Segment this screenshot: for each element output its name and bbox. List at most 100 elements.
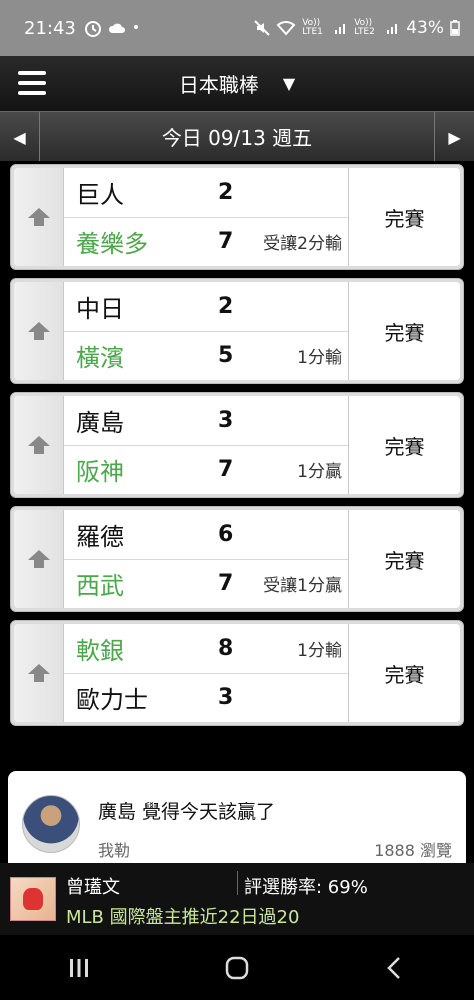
games-list: 巨人 2 養樂多 7 受讓2分輸 完賽 中日 2 橫濱 5 1分輸 完賽 廣島 … bbox=[0, 161, 474, 761]
team-row: 廣島 3 bbox=[64, 396, 348, 445]
arrow-right-icon: ▶ bbox=[448, 127, 461, 147]
arrow-up-icon bbox=[27, 664, 50, 682]
game-status: 完賽 bbox=[348, 624, 460, 722]
system-nav-bar bbox=[0, 935, 474, 1000]
hamburger-menu-icon[interactable] bbox=[18, 66, 50, 100]
team-score: 8 bbox=[218, 635, 234, 661]
team-name: 中日 bbox=[76, 294, 124, 323]
team-score: 5 bbox=[218, 343, 234, 369]
team-name: 歐力士 bbox=[76, 686, 148, 715]
back-button[interactable] bbox=[365, 943, 425, 993]
expand-button[interactable] bbox=[14, 510, 64, 608]
game-card[interactable]: 軟銀 8 1分輸 歐力士 3 完賽 bbox=[10, 620, 464, 726]
team-row: 中日 2 bbox=[64, 282, 348, 331]
signal2-icon bbox=[387, 24, 398, 34]
status-left-icons: • bbox=[84, 19, 140, 37]
expand-button[interactable] bbox=[14, 624, 64, 722]
team-score: 6 bbox=[218, 521, 234, 547]
view-count: 1888 瀏覽 bbox=[374, 841, 452, 860]
game-card[interactable]: 羅德 6 西武 7 受讓1分贏 完賽 bbox=[10, 506, 464, 612]
league-selector[interactable]: 日本職棒 ▼ bbox=[179, 69, 295, 98]
page-title: 日本職棒 bbox=[178, 73, 259, 97]
arrow-left-icon: ◀ bbox=[13, 127, 26, 147]
ad-win-rate: 評選勝率: 69% bbox=[244, 877, 368, 898]
team-name: 養樂多 bbox=[76, 230, 148, 259]
team-score: 3 bbox=[218, 407, 234, 433]
expand-button[interactable] bbox=[14, 396, 64, 494]
bet-result: 1分輸 bbox=[297, 640, 342, 661]
team-row: 阪神 7 1分贏 bbox=[64, 444, 348, 495]
status-right: Vo)) LTE1 Vo)) LTE2 43% bbox=[254, 18, 460, 38]
game-card[interactable]: 廣島 3 阪神 7 1分贏 完賽 bbox=[10, 392, 464, 498]
team-score: 2 bbox=[218, 293, 234, 319]
back-icon bbox=[387, 956, 400, 979]
team-name: 羅德 bbox=[76, 522, 124, 551]
bet-result: 1分贏 bbox=[297, 462, 342, 483]
article-card[interactable]: 廣島 覺得今天該贏了 我勒 1888 瀏覽 bbox=[8, 771, 466, 863]
arrow-up-icon bbox=[27, 322, 50, 340]
team-row: 羅德 6 bbox=[64, 510, 348, 559]
recent-apps-icon bbox=[70, 958, 88, 977]
lte2-indicator: Vo)) LTE2 bbox=[354, 18, 375, 37]
team-score: 7 bbox=[218, 571, 234, 597]
team-score: 7 bbox=[218, 229, 234, 255]
arrow-up-icon bbox=[27, 436, 50, 454]
arrow-up-icon bbox=[27, 208, 50, 226]
ad-thumbnail bbox=[10, 877, 56, 921]
team-row: 歐力士 3 bbox=[64, 672, 348, 723]
team-row: 養樂多 7 受讓2分輸 bbox=[64, 216, 348, 267]
ad-tagline: MLB 國際盤主推近22日過20 bbox=[66, 907, 300, 928]
recent-apps-button[interactable] bbox=[49, 943, 109, 993]
divider bbox=[237, 871, 238, 895]
prev-date-button[interactable]: ◀ bbox=[0, 112, 40, 162]
article-author: 我勒 bbox=[98, 841, 131, 860]
game-status: 完賽 bbox=[348, 510, 460, 608]
bet-result: 1分輸 bbox=[297, 348, 342, 369]
bet-result: 受讓2分輸 bbox=[263, 234, 342, 255]
lte1-indicator: Vo)) LTE1 bbox=[302, 18, 323, 37]
alarm-icon bbox=[84, 21, 101, 37]
battery-icon bbox=[450, 20, 460, 36]
ad-banner[interactable]: 曾瓂文 評選勝率: 69% MLB 國際盤主推近22日過20 bbox=[0, 863, 474, 935]
team-score: 2 bbox=[218, 179, 234, 205]
battery-percent: 43% bbox=[406, 18, 444, 38]
home-button[interactable] bbox=[207, 943, 267, 993]
mute-icon bbox=[254, 20, 270, 36]
chevron-down-icon: ▼ bbox=[282, 74, 296, 93]
status-bar: 21:43 • Vo)) LTE1 Vo)) LTE2 43% bbox=[0, 0, 474, 56]
bet-result: 受讓1分贏 bbox=[263, 576, 342, 597]
date-label: 今日 09/13 週五 bbox=[161, 126, 313, 150]
team-row: 橫濱 5 1分輸 bbox=[64, 330, 348, 381]
article-title[interactable]: 廣島 覺得今天該贏了 bbox=[98, 797, 275, 824]
ad-expert-name: 曾瓂文 bbox=[66, 877, 120, 898]
arrow-up-icon bbox=[27, 550, 50, 568]
team-name: 阪神 bbox=[76, 458, 124, 487]
next-date-button[interactable]: ▶ bbox=[434, 112, 474, 162]
game-card[interactable]: 巨人 2 養樂多 7 受讓2分輸 完賽 bbox=[10, 164, 464, 270]
status-time: 21:43 bbox=[24, 17, 76, 39]
avatar[interactable] bbox=[22, 795, 80, 853]
team-score: 7 bbox=[218, 457, 234, 483]
team-name: 巨人 bbox=[76, 180, 124, 209]
team-row: 西武 7 受讓1分贏 bbox=[64, 558, 348, 609]
app-header: 日本職棒 ▼ bbox=[0, 56, 474, 111]
date-bar: ◀ 今日 09/13 週五 ▶ bbox=[0, 111, 474, 162]
team-name: 廣島 bbox=[76, 408, 124, 437]
team-score: 3 bbox=[218, 685, 234, 711]
cloud-icon bbox=[108, 23, 125, 33]
signal1-icon bbox=[335, 24, 346, 34]
team-name: 橫濱 bbox=[76, 344, 124, 373]
expand-button[interactable] bbox=[14, 282, 64, 380]
team-name: 軟銀 bbox=[76, 636, 124, 665]
game-status: 完賽 bbox=[348, 396, 460, 494]
game-status: 完賽 bbox=[348, 282, 460, 380]
dot-icon: • bbox=[131, 20, 141, 36]
team-row: 巨人 2 bbox=[64, 168, 348, 217]
game-status: 完賽 bbox=[348, 168, 460, 266]
game-card[interactable]: 中日 2 橫濱 5 1分輸 完賽 bbox=[10, 278, 464, 384]
home-icon bbox=[225, 956, 249, 979]
team-row: 軟銀 8 1分輸 bbox=[64, 624, 348, 673]
wifi-icon bbox=[276, 21, 296, 36]
team-name: 西武 bbox=[76, 572, 124, 601]
expand-button[interactable] bbox=[14, 168, 64, 266]
